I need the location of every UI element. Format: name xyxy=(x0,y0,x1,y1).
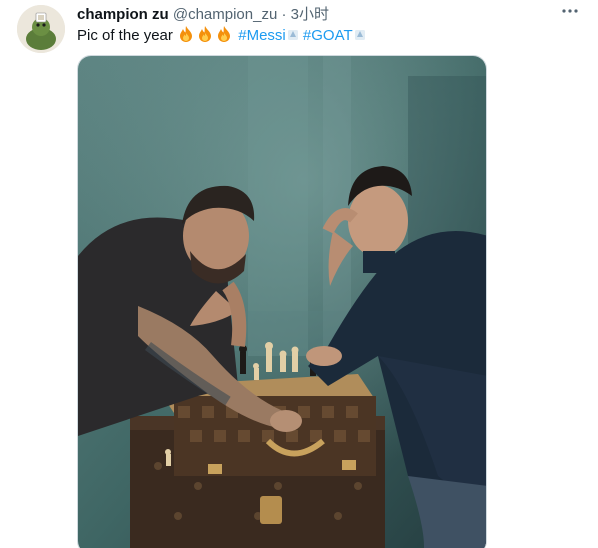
hashtag-emoji-icon xyxy=(354,28,366,48)
hashtag-link[interactable]: #GOAT xyxy=(303,27,353,44)
fire-icon xyxy=(215,25,233,49)
tweet-text: Pic of the year #Messi #GOAT xyxy=(77,25,366,47)
hashtag-emoji-icon xyxy=(287,28,299,48)
tweet-timestamp[interactable]: 3小时 xyxy=(291,6,329,23)
user-handle[interactable]: @champion_zu xyxy=(173,6,277,23)
display-name[interactable]: champion zu xyxy=(77,6,169,23)
tweet-header: champion zu @champion_zu · 3小时 xyxy=(77,5,329,25)
avatar-image xyxy=(17,5,65,53)
tweet: champion zu @champion_zu · 3小时 Pic of th… xyxy=(0,0,598,548)
more-horizontal-icon[interactable] xyxy=(560,4,580,20)
fire-icon xyxy=(196,25,214,49)
avatar[interactable] xyxy=(17,5,65,53)
chess-photo-image xyxy=(78,56,486,548)
tweet-text-prefix: Pic of the year xyxy=(77,27,173,44)
separator-dot: · xyxy=(281,6,287,23)
fire-icon xyxy=(177,25,195,49)
hashtag-link[interactable]: #Messi xyxy=(238,27,286,44)
tweet-photo[interactable] xyxy=(77,55,487,548)
